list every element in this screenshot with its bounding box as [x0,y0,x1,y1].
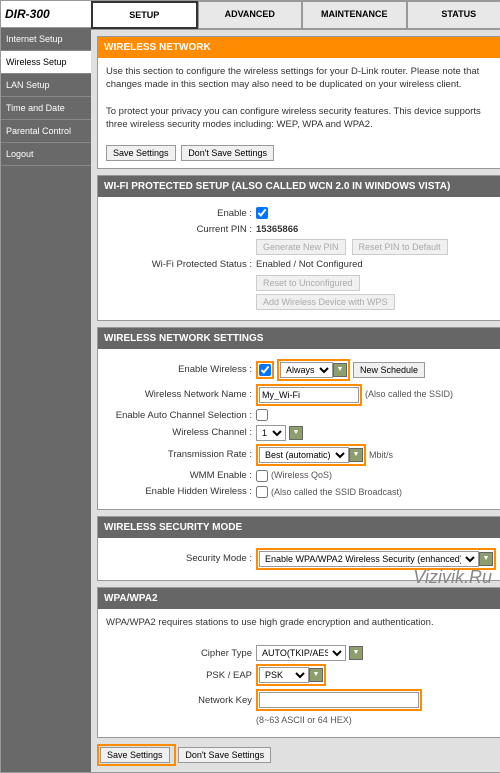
sidebar-item-wireless[interactable]: Wireless Setup [1,51,91,74]
sidebar-item-lan[interactable]: LAN Setup [1,74,91,97]
sidebar-item-time[interactable]: Time and Date [1,97,91,120]
new-schedule-button[interactable]: New Schedule [353,362,425,378]
cipher-label: Cipher Type [106,647,256,660]
chevron-down-icon: ▼ [349,646,363,660]
security-mode-label: Security Mode : [106,552,256,565]
key-hint: (8~63 ASCII or 64 HEX) [256,714,352,727]
device-logo: DIR-300 [1,1,91,28]
wps-enable-checkbox[interactable] [256,207,268,219]
top-tabs: SETUP ADVANCED MAINTENANCE STATUS [91,1,500,30]
sidebar-item-parental[interactable]: Parental Control [1,120,91,143]
auto-channel-label: Enable Auto Channel Selection : [106,409,256,422]
network-name-input[interactable] [259,387,359,403]
reset-pin-button[interactable]: Reset PIN to Default [352,239,448,255]
section-title-wps: WI-FI PROTECTED SETUP (ALSO CALLED WCN 2… [98,176,500,197]
hidden-label: Enable Hidden Wireless : [106,485,256,498]
section-title-wireless-network: WIRELESS NETWORK [98,37,500,58]
watermark: Vizivik.Ru [413,567,492,588]
wps-pin-label: Current PIN : [106,223,256,236]
schedule-select[interactable]: Always [280,362,333,378]
add-wps-device-button[interactable]: Add Wireless Device with WPS [256,294,395,310]
hidden-checkbox[interactable] [256,486,268,498]
rate-select[interactable]: Best (automatic) [259,447,349,463]
chevron-down-icon: ▼ [309,668,323,682]
security-mode-select[interactable]: Enable WPA/WPA2 Wireless Security (enhan… [259,551,479,567]
tab-status[interactable]: STATUS [407,1,500,29]
section-title-security: WIRELESS SECURITY MODE [98,517,500,538]
mbit-label: Mbit/s [369,449,393,462]
wmm-label: WMM Enable : [106,469,256,482]
chevron-down-icon: ▼ [479,552,493,566]
chevron-down-icon: ▼ [289,426,303,440]
sidebar-item-internet[interactable]: Internet Setup [1,28,91,51]
network-key-input[interactable] [259,692,419,708]
section-title-wpa: WPA/WPA2 [98,588,500,609]
wn-desc1: Use this section to configure the wirele… [106,65,496,92]
channel-label: Wireless Channel : [106,426,256,439]
auto-channel-checkbox[interactable] [256,409,268,421]
wpa-desc: WPA/WPA2 requires stations to use high g… [106,616,496,629]
reset-unconfigured-button[interactable]: Reset to Unconfigured [256,275,360,291]
main-panel: SETUP ADVANCED MAINTENANCE STATUS WIRELE… [91,1,500,772]
network-key-label: Network Key [106,694,256,707]
chevron-down-icon: ▼ [349,448,363,462]
dont-save-button[interactable]: Don't Save Settings [181,145,274,161]
rate-label: Transmission Rate : [106,448,256,461]
sidebar: DIR-300 Internet Setup Wireless Setup LA… [1,1,91,772]
channel-select[interactable]: 1 [256,425,286,441]
cipher-select[interactable]: AUTO(TKIP/AES) [256,645,346,661]
section-title-wns: WIRELESS NETWORK SETTINGS [98,328,500,349]
tab-maintenance[interactable]: MAINTENANCE [302,1,407,29]
footer-save-button[interactable]: Save Settings [100,747,170,763]
wps-pin-value: 15365866 [256,223,298,236]
enable-wireless-checkbox[interactable] [259,364,271,376]
hidden-note: (Also called the SSID Broadcast) [271,486,402,499]
wmm-checkbox[interactable] [256,470,268,482]
footer-dont-save-button[interactable]: Don't Save Settings [178,747,271,763]
ssid-note: (Also called the SSID) [365,388,453,401]
network-name-label: Wireless Network Name : [106,388,256,401]
chevron-down-icon: ▼ [333,363,347,377]
wn-desc2: To protect your privacy you can configur… [106,105,496,132]
psk-select[interactable]: PSK [259,667,309,683]
psk-label: PSK / EAP [106,669,256,682]
wps-enable-label: Enable : [106,207,256,220]
sidebar-item-logout[interactable]: Logout [1,143,91,166]
tab-advanced[interactable]: ADVANCED [198,1,303,29]
generate-pin-button[interactable]: Generate New PIN [256,239,346,255]
wmm-note: (Wireless QoS) [271,469,332,482]
save-button[interactable]: Save Settings [106,145,176,161]
enable-wireless-label: Enable Wireless : [106,363,256,376]
wps-status-value: Enabled / Not Configured [256,258,363,271]
wps-status-label: Wi-Fi Protected Status : [106,258,256,271]
tab-setup[interactable]: SETUP [91,1,198,29]
